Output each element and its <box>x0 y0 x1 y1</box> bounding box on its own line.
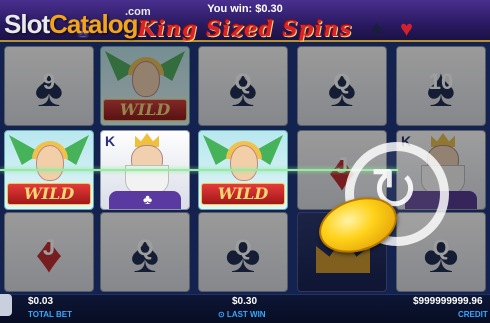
reel-symbol-wild: WILD <box>100 46 190 126</box>
reel-symbol-10: ♠ 10 <box>396 46 486 126</box>
symbol-label: Q <box>234 235 252 260</box>
jester-face-icon <box>132 61 160 97</box>
reel-symbol-j: ♦ J <box>4 212 94 292</box>
reel-symbol-q: ♠ Q <box>198 46 288 126</box>
win-line <box>0 169 398 171</box>
watermark-slot: Slot <box>4 9 50 39</box>
spade-icon: ♠ <box>371 16 383 41</box>
menu-handle[interactable] <box>0 294 12 316</box>
last-win-value: $0.30 <box>232 296 258 307</box>
reel-symbol-q: ♠ Q <box>297 46 387 126</box>
symbol-label: 9 <box>42 69 56 94</box>
king-letter: K <box>105 133 116 149</box>
total-bet-label[interactable]: TOTAL BET <box>28 310 72 319</box>
last-win-label: ⊙ LAST WIN <box>218 310 266 319</box>
total-bet-value: $0.03 <box>28 296 54 307</box>
game-title: King Sized Spins <box>137 16 353 41</box>
symbol-label: Q <box>333 69 351 94</box>
symbol-label: Q <box>234 69 252 94</box>
game-screen: You win: $0.30 ♣ King Sized Spins ♠ ♥ ♠ … <box>0 0 490 323</box>
watermark-com: .com <box>125 6 151 18</box>
wild-label: WILD <box>7 183 91 205</box>
symbol-label: Q <box>136 235 154 260</box>
wild-label: WILD <box>201 183 285 205</box>
jester-face-icon <box>230 145 258 181</box>
reel-symbol-q: ♠ Q <box>100 212 190 292</box>
symbol-label: 10 <box>428 69 454 94</box>
watermark-logo: SlotCatalog <box>4 9 138 40</box>
reel-symbol-q: ♣ Q <box>198 212 288 292</box>
heart-icon: ♥ <box>400 16 414 41</box>
credit-value: $999999999.96 <box>413 296 483 307</box>
reel-symbol-9: ♠ 9 <box>4 46 94 126</box>
credit-label: CREDIT <box>458 310 488 319</box>
wild-label: WILD <box>103 99 187 121</box>
club-icon: ♣ <box>143 191 153 207</box>
symbol-label: J <box>42 235 56 260</box>
jester-face-icon <box>36 145 64 181</box>
